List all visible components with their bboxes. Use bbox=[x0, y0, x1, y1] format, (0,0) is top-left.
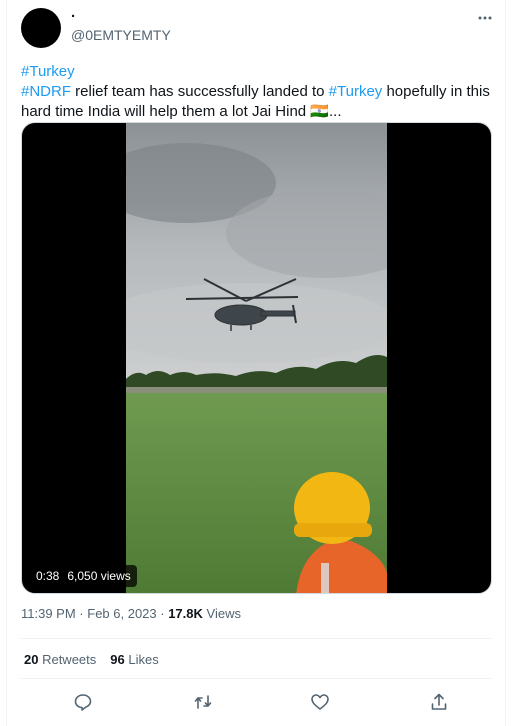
tweet-text: #Turkey #NDRF relief team has successful… bbox=[21, 62, 496, 122]
more-horizontal-icon bbox=[478, 16, 492, 20]
tweet-text-segment: hard time India will help them a lot Jai… bbox=[21, 103, 311, 120]
reply-button[interactable] bbox=[71, 690, 95, 714]
like-button[interactable] bbox=[308, 690, 332, 714]
user-handle[interactable]: @0EMTYEMTY bbox=[71, 27, 171, 43]
video-player[interactable]: 0:38 6,050 views bbox=[21, 122, 492, 594]
video-duration: 0:38 bbox=[36, 569, 60, 583]
hashtag-link[interactable]: #NDRF bbox=[21, 83, 71, 100]
share-icon bbox=[431, 693, 447, 710]
meta-separator: · bbox=[156, 606, 169, 621]
retweet-button[interactable] bbox=[191, 690, 215, 714]
tweet-card: . @0EMTYEMTY #Turkey #NDRF relief team h… bbox=[6, 0, 506, 726]
retweet-icon bbox=[194, 695, 212, 709]
divider bbox=[21, 638, 492, 639]
action-bar bbox=[21, 688, 492, 718]
retweets-stat[interactable]: 20 Retweets bbox=[24, 652, 96, 667]
more-options-button[interactable] bbox=[475, 8, 495, 28]
tweet-text-ellipsis: ... bbox=[329, 103, 342, 120]
share-button[interactable] bbox=[427, 690, 451, 714]
video-views: 6,050 views bbox=[67, 569, 131, 583]
meta-separator: · bbox=[75, 606, 88, 621]
tweet-text-segment: hopefully in this bbox=[382, 83, 490, 100]
like-icon bbox=[311, 694, 329, 710]
tweet-time[interactable]: 11:39 PM bbox=[21, 606, 76, 621]
flag-emoji: 🇮🇳 bbox=[310, 103, 329, 120]
likes-stat[interactable]: 96 Likes bbox=[110, 652, 158, 667]
tweet-text-segment: relief team has successfully landed to bbox=[71, 83, 329, 100]
engagement-stats: 20 Retweets 96 Likes bbox=[24, 652, 159, 667]
tweet-meta: 11:39 PM · Feb 6, 2023 · 17.8K Views bbox=[21, 606, 241, 621]
tweet-date[interactable]: Feb 6, 2023 bbox=[87, 606, 156, 621]
divider bbox=[21, 678, 492, 679]
hashtag-link[interactable]: #Turkey bbox=[329, 83, 383, 100]
display-name[interactable]: . bbox=[71, 4, 75, 21]
views-count: 17.8K bbox=[168, 606, 203, 621]
video-info-badge: 0:38 6,050 views bbox=[30, 565, 137, 587]
video-frame bbox=[126, 123, 387, 593]
reply-icon bbox=[74, 694, 92, 711]
avatar[interactable] bbox=[21, 8, 61, 48]
hashtag-link[interactable]: #Turkey bbox=[21, 63, 75, 80]
views-label: Views bbox=[202, 606, 241, 621]
